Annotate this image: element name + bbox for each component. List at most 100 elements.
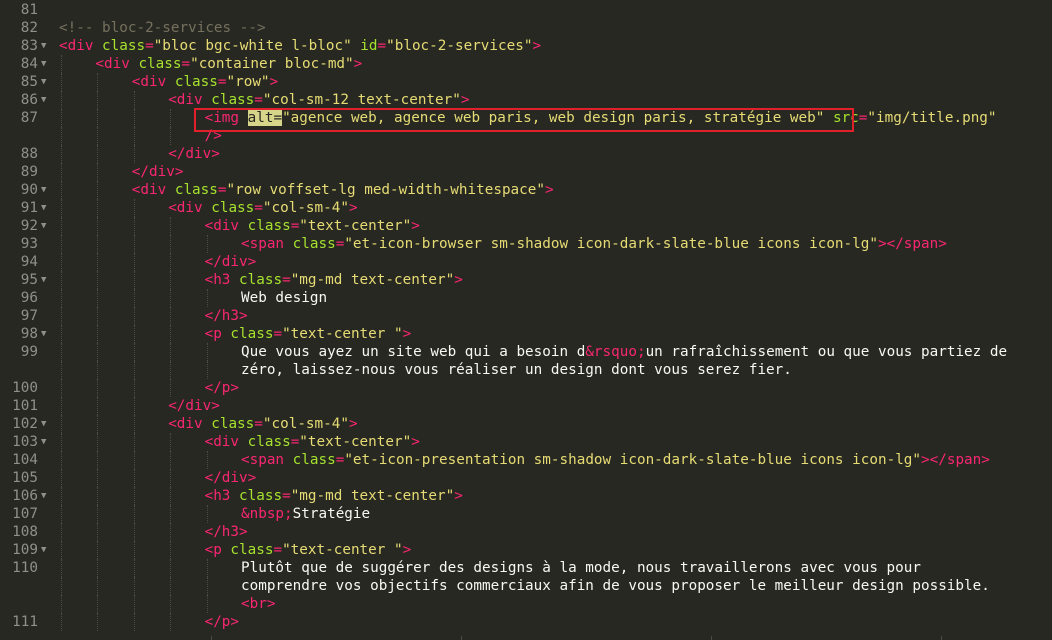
indent-guide xyxy=(133,199,135,217)
indent-guide xyxy=(97,109,99,127)
code-line[interactable]: 89 </div> xyxy=(0,163,1052,181)
indent-guide xyxy=(97,595,99,613)
code-token: > xyxy=(544,182,554,198)
code-token: <h3 xyxy=(204,488,231,504)
code-token: <span xyxy=(241,452,285,468)
code-token: class xyxy=(138,56,182,72)
code-text: zéro, laissez-nous vous réaliser un desi… xyxy=(241,361,792,379)
fold-arrow-icon[interactable]: ▼ xyxy=(41,55,50,73)
indent-guide xyxy=(61,541,62,559)
code-text: </p> xyxy=(205,613,239,631)
code-line[interactable]: 85 ▼ <div class="row"> xyxy=(0,73,1052,91)
code-line[interactable]: zéro, laissez-nous vous réaliser un desi… xyxy=(0,361,1052,379)
code-text: <p class="text-center "> xyxy=(205,541,412,559)
fold-arrow-icon[interactable]: ▼ xyxy=(41,91,50,109)
code-editor[interactable]: 81 82 <!-- bloc-2-services --> 83 ▼ <div clas… xyxy=(0,0,1052,640)
indent-guide xyxy=(133,91,135,109)
code-line[interactable]: comprendre vos objectifs commerciaux afi… xyxy=(0,577,1052,595)
code-line[interactable]: 106 ▼ <h3 class="mg-md text-center"> xyxy=(0,487,1052,505)
indent-guide xyxy=(170,559,172,577)
code-line[interactable]: 99 Que vous ayez un site web qui a besoin… xyxy=(0,343,1052,361)
code-line[interactable]: 82 <!-- bloc-2-services --> xyxy=(0,19,1052,37)
indent-guide xyxy=(206,343,208,361)
code-token: > xyxy=(348,200,358,216)
code-token: > xyxy=(269,74,279,90)
fold-arrow-icon[interactable]: ▼ xyxy=(41,325,50,343)
code-line[interactable]: 111 </p> xyxy=(0,613,1052,631)
indent-guide xyxy=(97,361,99,379)
code-line[interactable]: 83 ▼ <div class="bloc bgc-white l-bloc" id… xyxy=(0,37,1052,55)
code-line[interactable]: 105 </div> xyxy=(0,469,1052,487)
indent-guide xyxy=(97,325,99,343)
code-line[interactable]: 93 <span class="et-icon-browser sm-shadow… xyxy=(0,235,1052,253)
code-token: class xyxy=(211,416,255,432)
code-token: </p> xyxy=(204,380,240,396)
fold-arrow-icon[interactable]: ▼ xyxy=(41,181,50,199)
code-line[interactable]: 94 </div> xyxy=(0,253,1052,271)
code-line[interactable]: 110 Plutôt que de suggérer des designs à … xyxy=(0,559,1052,577)
fold-arrow-icon[interactable]: ▼ xyxy=(41,217,50,235)
indent-guide xyxy=(133,217,135,235)
line-number: 87 xyxy=(20,110,38,126)
code-line[interactable]: 92 ▼ <div class="text-center"> xyxy=(0,217,1052,235)
indent-guide xyxy=(97,127,99,145)
fold-arrow-icon[interactable]: ▼ xyxy=(41,271,50,289)
indent-guide xyxy=(206,289,208,307)
code-line[interactable]: 95 ▼ <h3 class="mg-md text-center"> xyxy=(0,271,1052,289)
code-token: </div> xyxy=(204,470,257,486)
code-line[interactable]: 96 Web design xyxy=(0,289,1052,307)
indent-guide xyxy=(97,217,99,235)
code-line[interactable]: 101 </div> xyxy=(0,397,1052,415)
fold-arrow-icon[interactable]: ▼ xyxy=(41,199,50,217)
code-line[interactable]: 86 ▼ <div class="col-sm-12 text-center"> xyxy=(0,91,1052,109)
indent-guide xyxy=(61,559,62,577)
code-line[interactable]: <br> xyxy=(0,595,1052,613)
code-line[interactable]: 102 ▼ <div class="col-sm-4"> xyxy=(0,415,1052,433)
ruler-tick xyxy=(711,636,712,640)
code-token: "mg-md text-center" xyxy=(290,488,455,504)
code-line[interactable]: 84 ▼ <div class="container bloc-md"> xyxy=(0,55,1052,73)
fold-arrow-icon[interactable]: ▼ xyxy=(41,487,50,505)
line-number: 86 xyxy=(20,92,38,108)
indent-guide xyxy=(61,505,62,523)
code-line[interactable]: 108 </h3> xyxy=(0,523,1052,541)
code-line[interactable]: 109 ▼ <p class="text-center "> xyxy=(0,541,1052,559)
indent-guide xyxy=(170,271,172,289)
fold-arrow-icon[interactable]: ▼ xyxy=(41,541,50,559)
code-line[interactable]: 88 </div> xyxy=(0,145,1052,163)
fold-arrow-icon[interactable]: ▼ xyxy=(41,415,50,433)
code-text: <!-- bloc-2-services --> xyxy=(59,19,266,37)
code-line[interactable]: 98 ▼ <p class="text-center "> xyxy=(0,325,1052,343)
code-token: > xyxy=(532,38,542,54)
code-token: <div xyxy=(131,74,167,90)
indent-guide xyxy=(133,505,135,523)
code-line[interactable]: 91 ▼ <div class="col-sm-4"> xyxy=(0,199,1052,217)
code-token: "col-sm-4" xyxy=(262,416,349,432)
fold-arrow-icon[interactable]: ▼ xyxy=(41,433,50,451)
code-line[interactable]: 107 &nbsp;Stratégie xyxy=(0,505,1052,523)
code-line[interactable]: 97 </h3> xyxy=(0,307,1052,325)
code-line[interactable]: 103 ▼ <div class="text-center"> xyxy=(0,433,1052,451)
line-number: 84 xyxy=(20,56,38,72)
code-token: "img/title.png" xyxy=(867,110,997,126)
fold-arrow-icon[interactable]: ▼ xyxy=(41,37,50,55)
code-token: <p xyxy=(204,542,222,558)
code-line[interactable]: 100 </p> xyxy=(0,379,1052,397)
code-token: class xyxy=(102,38,146,54)
code-token: <h3 xyxy=(204,272,231,288)
indent-guide xyxy=(61,271,62,289)
indent-guide xyxy=(61,55,62,73)
code-text: Que vous ayez un site web qui a besoin d… xyxy=(241,343,1007,361)
fold-arrow-icon[interactable]: ▼ xyxy=(41,73,50,91)
code-line[interactable]: 104 <span class="et-icon-presentation sm-… xyxy=(0,451,1052,469)
code-text: <h3 class="mg-md text-center"> xyxy=(205,487,463,505)
code-line[interactable]: 90 ▼ <div class="row voffset-lg med-width-… xyxy=(0,181,1052,199)
code-line[interactable]: 81 xyxy=(0,1,1052,19)
indent-guide xyxy=(97,379,99,397)
code-token: = xyxy=(217,74,227,90)
